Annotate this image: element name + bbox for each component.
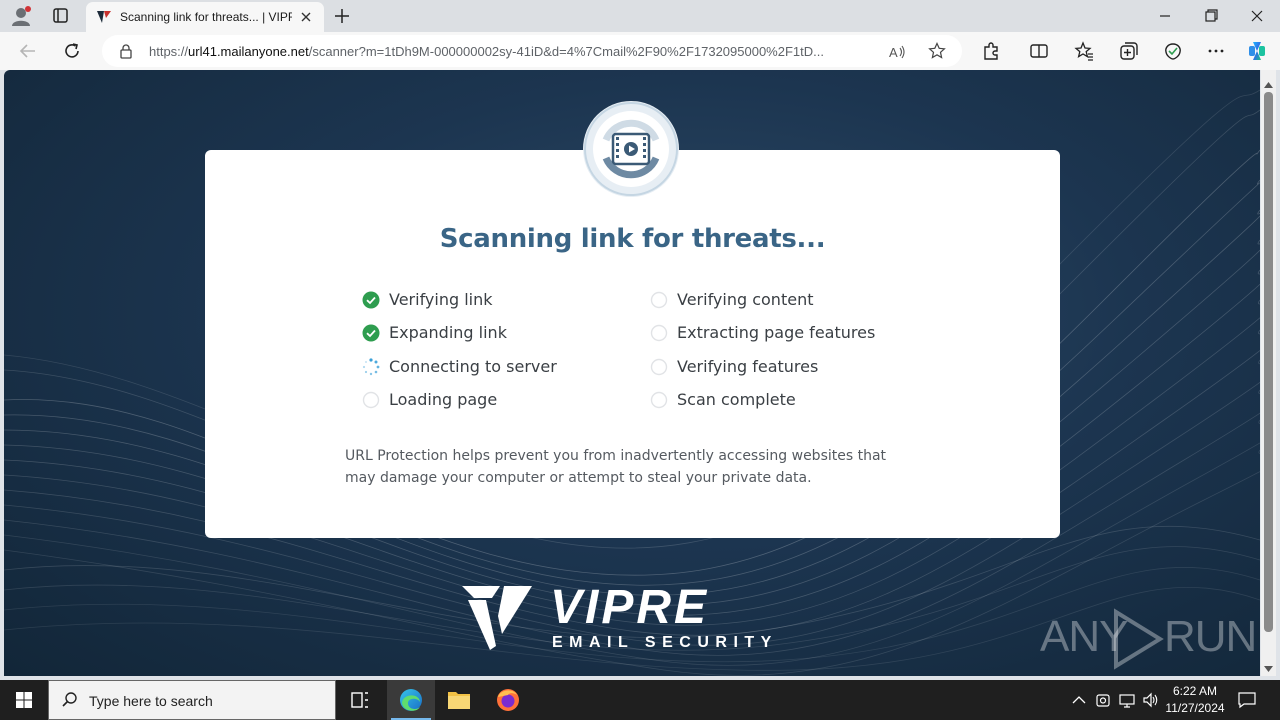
read-aloud-icon[interactable]: A xyxy=(888,43,906,61)
step-label: Connecting to server xyxy=(389,357,557,376)
browser-essentials-icon[interactable] xyxy=(1162,40,1184,62)
vipre-mark-icon xyxy=(462,586,532,650)
step-label: Expanding link xyxy=(389,323,507,342)
close-window-button[interactable] xyxy=(1246,6,1268,26)
start-button[interactable] xyxy=(0,680,48,720)
close-tab-icon[interactable] xyxy=(298,9,314,25)
step-label: Verifying link xyxy=(389,290,493,309)
tab-title: Scanning link for threats... | VIPRE xyxy=(120,10,292,24)
step-label: Verifying features xyxy=(677,357,819,376)
clock-time: 6:22 AM xyxy=(1172,684,1218,698)
step-label: Scan complete xyxy=(677,390,796,409)
page-title: Scanning link for threats... xyxy=(439,224,826,254)
url-path: /scanner?m=1tDh9M-000000002sy-41iD&d=4%7… xyxy=(308,44,824,59)
tab-actions-icon[interactable] xyxy=(46,6,74,26)
anyrun-watermark: ANY RUN xyxy=(1040,604,1257,674)
check-circle-icon xyxy=(362,324,380,342)
vipre-logo: VIPRE EMAIL SECURITY xyxy=(460,584,810,654)
step-label: Extracting page features xyxy=(677,323,876,342)
taskbar-edge[interactable] xyxy=(387,680,435,720)
url-host: url41.mailanyone.net xyxy=(188,44,309,59)
more-options-icon[interactable] xyxy=(1205,40,1227,62)
favorite-star-icon[interactable] xyxy=(928,42,946,60)
pending-circle-icon xyxy=(650,391,668,409)
taskbar-clock[interactable]: 6:22 AM 11/27/2024 xyxy=(1160,683,1230,717)
meet-now-icon[interactable] xyxy=(1094,690,1112,710)
minimize-button[interactable] xyxy=(1154,6,1176,26)
vipre-favicon-icon xyxy=(96,9,112,25)
profile-icon[interactable] xyxy=(8,5,34,27)
loading-spinner-icon xyxy=(362,358,380,376)
check-circle-icon xyxy=(362,291,380,309)
split-screen-icon[interactable] xyxy=(1028,40,1050,62)
search-icon xyxy=(61,691,79,709)
scrollbar-thumb[interactable] xyxy=(1264,92,1273,632)
collections-icon[interactable] xyxy=(1118,40,1140,62)
network-icon[interactable] xyxy=(1118,690,1136,710)
logo-subtitle: EMAIL SECURITY xyxy=(552,634,778,651)
clock-date: 11/27/2024 xyxy=(1165,701,1225,715)
new-tab-button[interactable] xyxy=(332,6,352,26)
play-triangle-icon xyxy=(1114,608,1164,670)
scanner-badge-icon xyxy=(582,100,680,198)
pending-circle-icon xyxy=(362,391,380,409)
browser-toolbar: https://url41.mailanyone.net/scanner?m=1… xyxy=(0,32,1280,70)
step-label: Verifying content xyxy=(677,290,814,309)
lock-icon[interactable] xyxy=(118,43,134,59)
address-bar[interactable]: https://url41.mailanyone.net/scanner?m=1… xyxy=(102,35,962,67)
svg-text:A: A xyxy=(889,45,898,60)
pending-circle-icon xyxy=(650,291,668,309)
volume-icon[interactable] xyxy=(1142,690,1160,710)
pending-circle-icon xyxy=(650,358,668,376)
tray-chevron-icon[interactable] xyxy=(1070,690,1088,710)
windows-taskbar: Type here to search 6:22 AM 11/27/2024 xyxy=(0,680,1280,720)
edge-icon xyxy=(400,689,422,711)
search-placeholder: Type here to search xyxy=(89,693,213,709)
scroll-up-icon[interactable] xyxy=(1264,76,1273,88)
tab-active[interactable]: Scanning link for threats... | VIPRE xyxy=(86,2,324,32)
url-prefix: https:// xyxy=(149,44,189,59)
page-scrollbar[interactable] xyxy=(1261,70,1276,676)
step-label: Loading page xyxy=(389,390,498,409)
pending-circle-icon xyxy=(650,324,668,342)
watermark-right: RUN xyxy=(1164,612,1257,661)
scan-card: Scanning link for threats... Verifying l… xyxy=(205,150,1060,538)
favorites-icon[interactable] xyxy=(1073,40,1095,62)
taskbar-file-explorer[interactable] xyxy=(435,680,483,720)
url-protection-description: URL Protection helps prevent you from in… xyxy=(345,448,887,486)
tab-strip: Scanning link for threats... | VIPRE xyxy=(0,0,1280,32)
scroll-down-icon[interactable] xyxy=(1264,660,1273,672)
page-viewport: Scanning link for threats... Verifying l… xyxy=(4,70,1260,676)
folder-icon xyxy=(448,692,470,709)
task-view-button[interactable] xyxy=(336,680,384,720)
refresh-button[interactable] xyxy=(61,40,83,62)
extensions-icon[interactable] xyxy=(980,40,1002,62)
logo-wordmark: VIPRE xyxy=(550,581,710,634)
restore-button[interactable] xyxy=(1200,6,1222,26)
notification-icon[interactable] xyxy=(1236,690,1258,710)
taskbar-search[interactable]: Type here to search xyxy=(48,680,336,720)
firefox-icon xyxy=(497,689,519,711)
copilot-icon[interactable] xyxy=(1246,40,1268,62)
back-button[interactable] xyxy=(17,40,39,62)
taskbar-firefox[interactable] xyxy=(484,680,532,720)
url-text[interactable]: https://url41.mailanyone.net/scanner?m=1… xyxy=(149,44,884,59)
